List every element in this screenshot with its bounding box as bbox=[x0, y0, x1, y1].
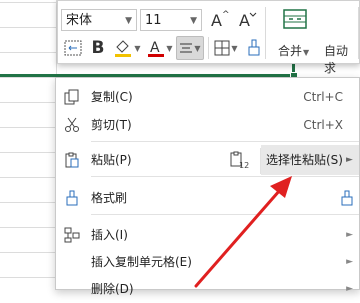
annotation-arrow bbox=[194, 176, 292, 288]
